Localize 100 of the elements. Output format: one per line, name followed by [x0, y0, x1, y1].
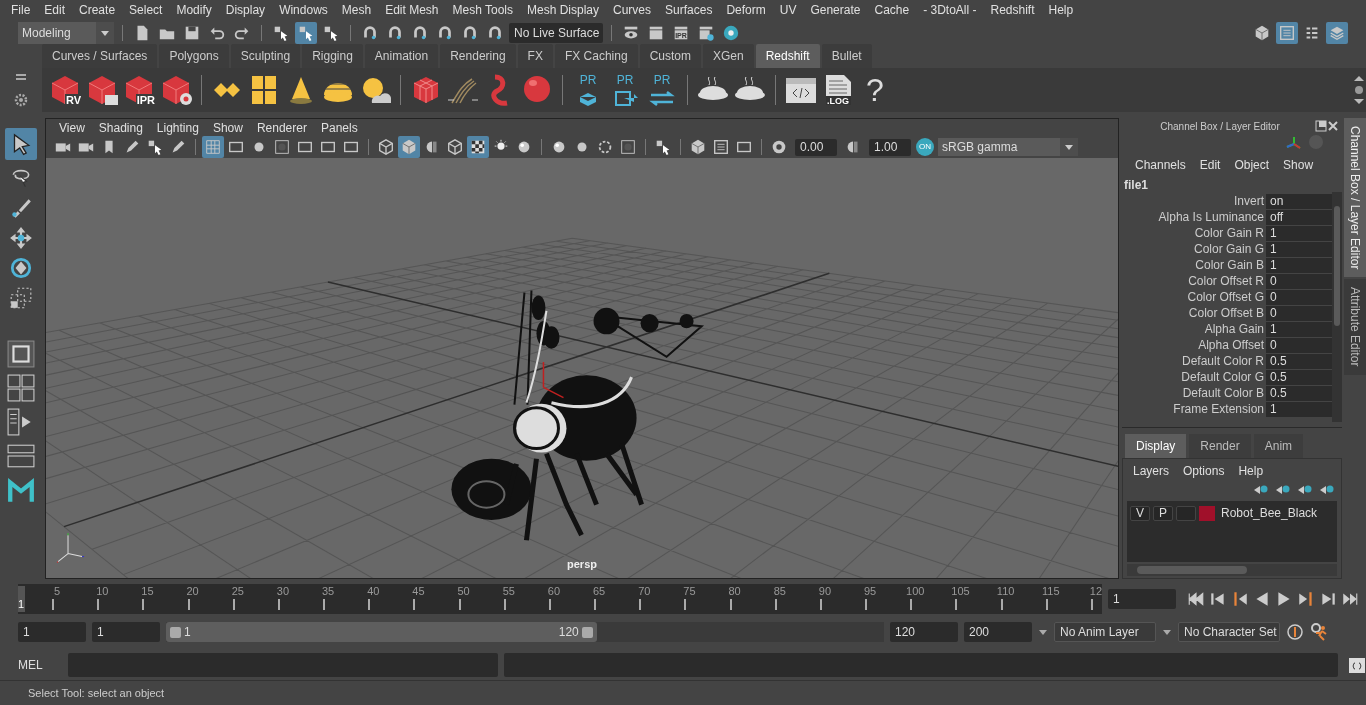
layer-tab[interactable]: Anim	[1253, 434, 1304, 458]
rotate-tool-icon[interactable]	[9, 256, 33, 280]
menu-item[interactable]: Cache	[867, 1, 917, 19]
gamma-field[interactable]: 1.00	[869, 138, 911, 156]
shelf-tab[interactable]: Custom	[639, 44, 701, 68]
scrollbar[interactable]	[1332, 192, 1342, 422]
shelf-tab[interactable]: FX Caching	[554, 44, 638, 68]
shelf-tab[interactable]: XGen	[702, 44, 754, 68]
menu-item[interactable]: Options	[1176, 462, 1232, 480]
hud-icon[interactable]	[712, 138, 730, 156]
layer-name[interactable]: Robot_Bee_Black	[1221, 504, 1318, 522]
shelf-tab[interactable]: Rendering	[440, 44, 516, 68]
exposure-field[interactable]: 0.00	[795, 138, 837, 156]
gate-mask-icon[interactable]	[273, 138, 291, 156]
wireframe-icon[interactable]	[377, 138, 395, 156]
hypershade-icon[interactable]	[722, 24, 740, 42]
exposure-icon[interactable]	[770, 138, 788, 156]
command-input-field[interactable]	[68, 652, 498, 677]
axis-icon[interactable]	[1284, 134, 1302, 152]
magnet-icon[interactable]	[386, 24, 404, 42]
end-time-field[interactable]: 200	[964, 622, 1032, 642]
menu-item[interactable]: Layers	[1126, 462, 1177, 480]
shelf-menu-icon[interactable]	[14, 71, 28, 82]
command-result-field[interactable]	[504, 652, 1338, 677]
current-frame-field[interactable]: 1	[1108, 589, 1176, 609]
scroll-arrows-icon[interactable]	[1352, 75, 1366, 105]
new-layer-icon[interactable]	[1297, 483, 1313, 495]
menu-item[interactable]: Renderer	[249, 118, 314, 137]
move-tool-icon[interactable]	[9, 226, 33, 250]
attribute-value[interactable]: 0.5	[1266, 353, 1332, 369]
color-space-dropdown[interactable]: sRGB gamma	[938, 138, 1078, 156]
shelf-tab[interactable]: Rigging	[302, 44, 363, 68]
time-slider[interactable]: 5 10 15 20 25 30 35 40 45 50 55 60 65 70 75 80 85 90 95 100 105 110 115 12 1	[18, 584, 1102, 614]
magnet-icon[interactable]	[361, 24, 379, 42]
settings-icon[interactable]	[14, 92, 28, 107]
layer-tab[interactable]: Render	[1189, 434, 1251, 458]
menu-item[interactable]: Windows	[272, 1, 335, 19]
attribute-value[interactable]: 0	[1266, 273, 1332, 289]
auto-key-icon[interactable]	[1286, 623, 1304, 641]
attribute-value[interactable]: on	[1266, 193, 1332, 209]
side-tab[interactable]: Channel Box / Layer Editor	[1344, 118, 1366, 278]
menu-item[interactable]: File	[4, 1, 38, 19]
menu-item[interactable]: Select	[122, 1, 170, 19]
anim-layer-dropdown[interactable]: No Anim Layer	[1054, 622, 1156, 642]
shelf-tab[interactable]: FX	[517, 44, 553, 68]
attribute-value[interactable]: 0	[1266, 337, 1332, 353]
character-set-dropdown[interactable]: No Character Set	[1178, 622, 1280, 642]
menu-item[interactable]: Channels	[1128, 156, 1193, 174]
shelf-tab[interactable]: Animation	[364, 44, 439, 68]
shelf-tab[interactable]: Bullet	[821, 44, 872, 68]
single-pane-layout-icon[interactable]	[7, 340, 35, 368]
menu-item[interactable]: Object	[1227, 156, 1277, 174]
menu-item[interactable]: Deform	[719, 1, 773, 19]
move-layer-up-icon[interactable]	[1253, 483, 1269, 495]
four-pane-layout-icon[interactable]	[7, 374, 35, 402]
ambient-occlusion-icon[interactable]	[596, 138, 614, 156]
paint-brush-icon[interactable]	[9, 196, 33, 220]
attribute-value[interactable]: 0.5	[1266, 385, 1332, 401]
menu-item[interactable]: Create	[72, 1, 123, 19]
menu-item[interactable]: View	[52, 118, 92, 137]
float-window-icon[interactable]	[1315, 120, 1327, 132]
checker-icon[interactable]	[469, 138, 487, 156]
menu-item[interactable]: Panels	[313, 118, 365, 137]
select-component-icon[interactable]	[322, 24, 340, 42]
go-to-start-icon[interactable]	[1186, 590, 1206, 608]
magnet-icon[interactable]	[411, 24, 429, 42]
menu-item[interactable]: UV	[772, 1, 804, 19]
shelf-tab[interactable]: Redshift	[755, 44, 820, 68]
start-time-field[interactable]: 1	[18, 622, 86, 642]
isolate-select-icon[interactable]	[654, 138, 672, 156]
playback-toggle[interactable]: P	[1153, 505, 1173, 521]
playback-end-field[interactable]: 120	[890, 622, 958, 642]
menu-item[interactable]: Show	[205, 118, 250, 137]
menu-item[interactable]: Mesh Tools	[445, 1, 520, 19]
live-surface-field[interactable]: No Live Surface	[509, 23, 603, 43]
scale-tool-icon[interactable]	[9, 286, 33, 310]
attribute-value[interactable]: 1	[1266, 257, 1332, 273]
select-object-icon[interactable]	[297, 24, 315, 42]
go-to-end-icon[interactable]	[1340, 590, 1360, 608]
menu-item[interactable]: Lighting	[149, 118, 206, 137]
menu-item[interactable]: Edit	[37, 1, 73, 19]
attribute-value[interactable]: 1	[1266, 401, 1332, 417]
menu-item[interactable]: Generate	[803, 1, 868, 19]
shelf-tab[interactable]: Sculpting	[230, 44, 301, 68]
side-tab[interactable]: Attribute Editor	[1344, 279, 1366, 375]
menu-item[interactable]: Modify	[169, 1, 219, 19]
move-layer-down-icon[interactable]	[1275, 483, 1291, 495]
script-editor-icon[interactable]	[1348, 655, 1366, 674]
playback-start-field[interactable]: 1	[92, 622, 160, 642]
menu-item[interactable]: Shading	[91, 118, 150, 137]
new-layer-selected-icon[interactable]	[1319, 483, 1335, 495]
display-type-toggle[interactable]	[1176, 505, 1196, 521]
render-settings-icon[interactable]	[697, 24, 715, 42]
antialiasing-icon[interactable]	[619, 138, 637, 156]
menu-item[interactable]: Edit	[1192, 156, 1228, 174]
mode-dropdown[interactable]: Modeling	[18, 22, 114, 44]
menu-item[interactable]: Mesh Display	[520, 1, 607, 19]
caret-icon[interactable]	[1038, 628, 1048, 636]
xray-joints-icon[interactable]	[689, 138, 707, 156]
attribute-value[interactable]: off	[1266, 209, 1332, 225]
